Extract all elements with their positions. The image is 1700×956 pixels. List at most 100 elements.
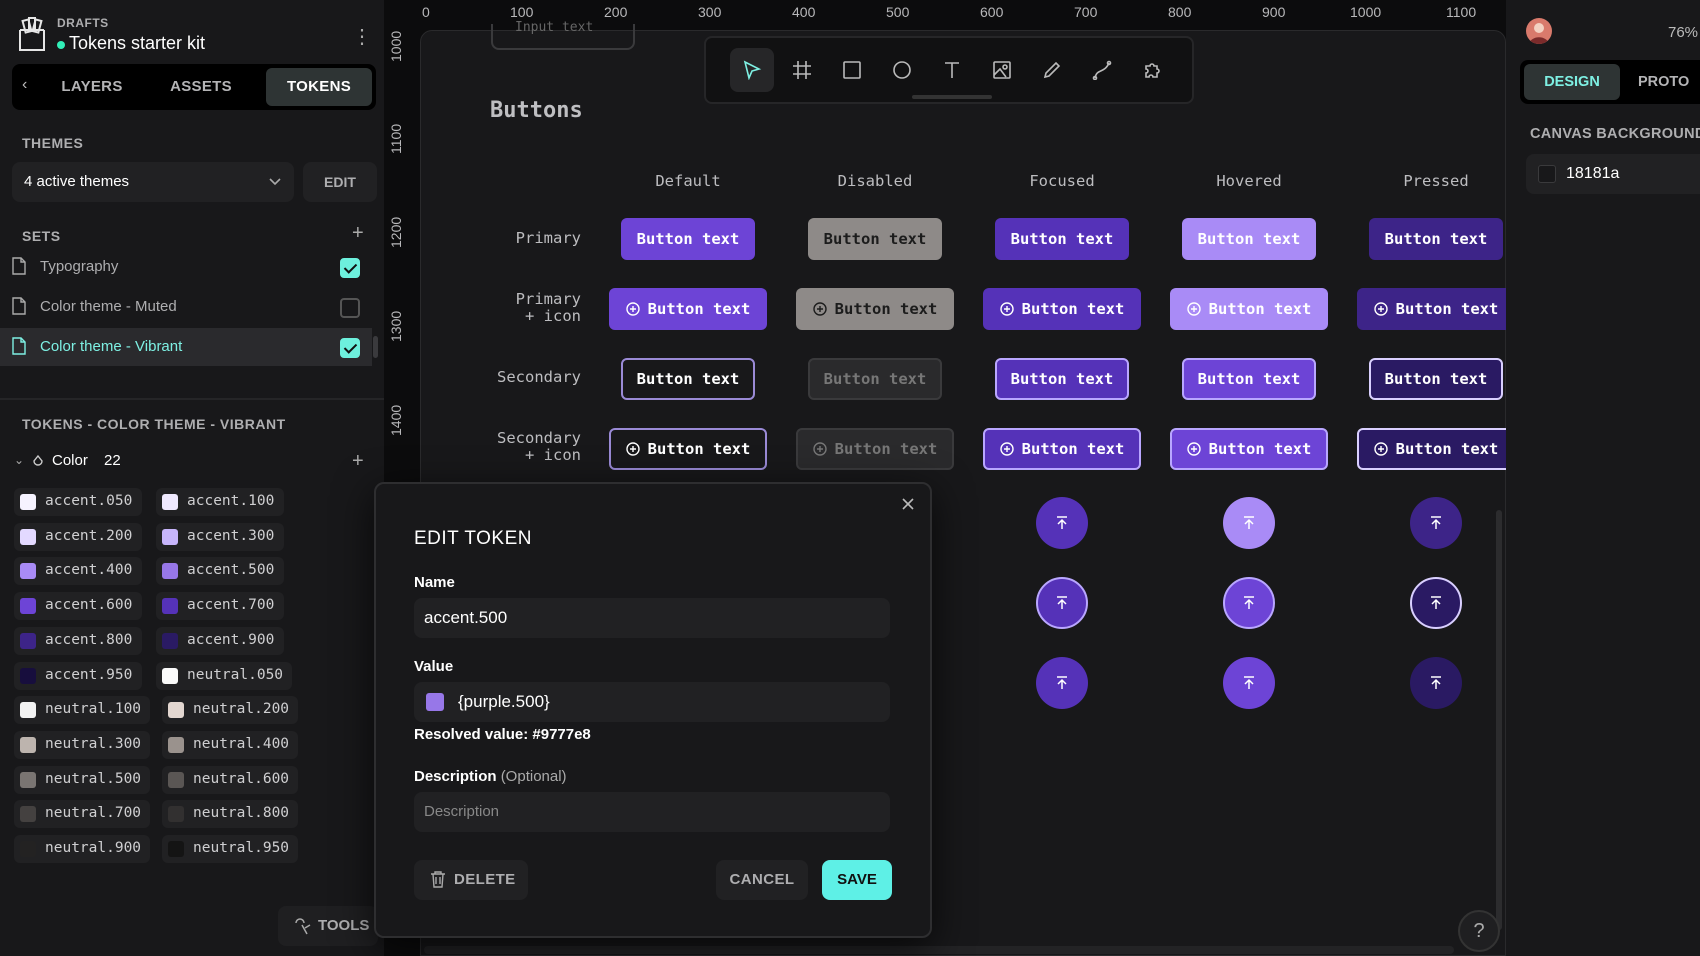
kebab-menu-icon[interactable]: ⋮ [352,24,372,49]
canvas-background-field[interactable]: 18181a [1526,154,1700,194]
token-pill[interactable]: neutral.300 [14,730,150,759]
themes-select[interactable]: 4 active themes [12,162,294,202]
sample-button-disabled[interactable]: Button text [808,218,942,260]
add-token-icon[interactable]: + [352,450,364,473]
sample-button-focused[interactable]: Button text [995,358,1129,400]
sample-button-focused[interactable]: Button text [983,428,1141,470]
edit-themes-button[interactable]: EDIT [303,162,377,202]
sample-button-hovered[interactable]: Button text [1182,218,1316,260]
icon-button-pressed[interactable] [1410,577,1462,629]
description-field[interactable]: Description [414,792,890,832]
token-pill[interactable]: accent.500 [156,557,284,586]
token-pill[interactable]: accent.700 [156,592,284,621]
token-pill[interactable]: neutral.400 [162,730,298,759]
horizontal-scrollbar[interactable] [424,946,1454,954]
sample-button-pressed[interactable]: Button text [1357,288,1515,330]
sample-button-hovered[interactable]: Button text [1170,288,1328,330]
chevron-left-icon[interactable]: ‹ [22,76,27,94]
token-pill[interactable]: accent.950 [14,661,142,690]
toolbar-drag-handle[interactable] [912,95,992,99]
token-pill[interactable]: accent.100 [156,488,284,516]
token-pill[interactable]: accent.200 [14,522,142,551]
icon-button-pressed[interactable] [1410,497,1462,549]
token-pill[interactable]: neutral.800 [162,800,298,829]
token-pill[interactable]: accent.050 [14,488,142,516]
token-group-color[interactable]: ⌄ Color 22 [14,451,374,473]
status-dot [57,41,65,49]
vertical-scrollbar[interactable] [1496,510,1502,930]
ellipse-tool[interactable] [880,48,924,92]
sample-button-disabled[interactable]: Button text [796,288,954,330]
image-tool[interactable] [980,48,1024,92]
icon-button-hovered[interactable] [1223,657,1275,709]
icon-button-hovered[interactable] [1223,577,1275,629]
save-button[interactable]: SAVE [822,860,892,900]
sample-button-focused[interactable]: Button text [995,218,1129,260]
tab-design[interactable]: DESIGN [1524,64,1620,100]
cancel-button[interactable]: CANCEL [716,860,808,900]
sample-button-disabled[interactable]: Button text [808,358,942,400]
icon-button-focused[interactable] [1036,577,1088,629]
token-pill[interactable]: accent.900 [156,626,284,655]
rectangle-tool[interactable] [830,48,874,92]
sample-button-default[interactable]: Button text [621,358,755,400]
token-pill[interactable]: neutral.700 [14,800,150,829]
tab-tokens[interactable]: TOKENS [266,68,372,106]
add-set-icon[interactable]: + [352,222,364,245]
sample-button-label: Button text [1021,440,1125,458]
help-button[interactable]: ? [1458,910,1500,952]
text-tool[interactable] [930,48,974,92]
sets-scrollbar[interactable] [373,336,378,358]
tools-button[interactable]: TOOLS [278,906,378,946]
sample-button-default[interactable]: Button text [609,288,767,330]
set-checkbox[interactable] [340,258,360,278]
file-icon [12,337,26,355]
icon-button-focused[interactable] [1036,657,1088,709]
sample-button-pressed[interactable]: Button text [1369,218,1503,260]
delete-button[interactable]: DELETE [414,860,528,900]
zoom-level[interactable]: 76% [1668,24,1698,41]
icon-button-pressed[interactable] [1410,657,1462,709]
board-tool[interactable] [780,48,824,92]
sample-button-disabled[interactable]: Button text [796,428,954,470]
token-pill[interactable]: neutral.600 [162,765,298,794]
set-row-color-muted[interactable]: Color theme - Muted [0,288,372,326]
move-tool[interactable] [730,48,774,92]
token-pill[interactable]: neutral.100 [14,696,150,725]
sample-button-default[interactable]: Button text [609,428,767,470]
name-field[interactable]: accent.500 [414,598,890,638]
plugins-tool[interactable] [1130,48,1174,92]
value-field[interactable]: {purple.500} [414,682,890,722]
sample-button-default[interactable]: Button text [621,218,755,260]
set-row-typography[interactable]: Typography [0,248,372,286]
sample-button-hovered[interactable]: Button text [1182,358,1316,400]
token-pill[interactable]: accent.300 [156,522,284,551]
token-pill[interactable]: neutral.050 [156,661,292,690]
set-checkbox[interactable] [340,338,360,358]
token-pill[interactable]: accent.600 [14,592,142,621]
project-name[interactable]: Tokens starter kit [69,33,205,54]
token-pill[interactable]: accent.400 [14,557,142,586]
close-icon[interactable] [900,496,916,512]
sample-button-pressed[interactable]: Button text [1357,428,1515,470]
tab-layers[interactable]: LAYERS [48,68,136,106]
avatar[interactable] [1526,18,1552,44]
color-swatch[interactable] [426,693,444,711]
sample-button-focused[interactable]: Button text [983,288,1141,330]
tab-prototype[interactable]: PROTO [1628,64,1700,100]
tab-assets[interactable]: ASSETS [154,68,248,106]
icon-button-focused[interactable] [1036,497,1088,549]
token-pill[interactable]: neutral.500 [14,765,150,794]
path-tool[interactable] [1080,48,1124,92]
pencil-tool[interactable] [1030,48,1074,92]
sample-button-pressed[interactable]: Button text [1369,358,1503,400]
set-checkbox[interactable] [340,298,360,318]
token-pill[interactable]: neutral.950 [162,835,298,863]
set-row-color-vibrant[interactable]: Color theme - Vibrant [0,328,372,366]
color-swatch[interactable] [1538,165,1556,183]
token-pill[interactable]: neutral.900 [14,835,150,863]
sample-button-hovered[interactable]: Button text [1170,428,1328,470]
token-pill[interactable]: neutral.200 [162,696,298,725]
icon-button-hovered[interactable] [1223,497,1275,549]
token-pill[interactable]: accent.800 [14,626,142,655]
